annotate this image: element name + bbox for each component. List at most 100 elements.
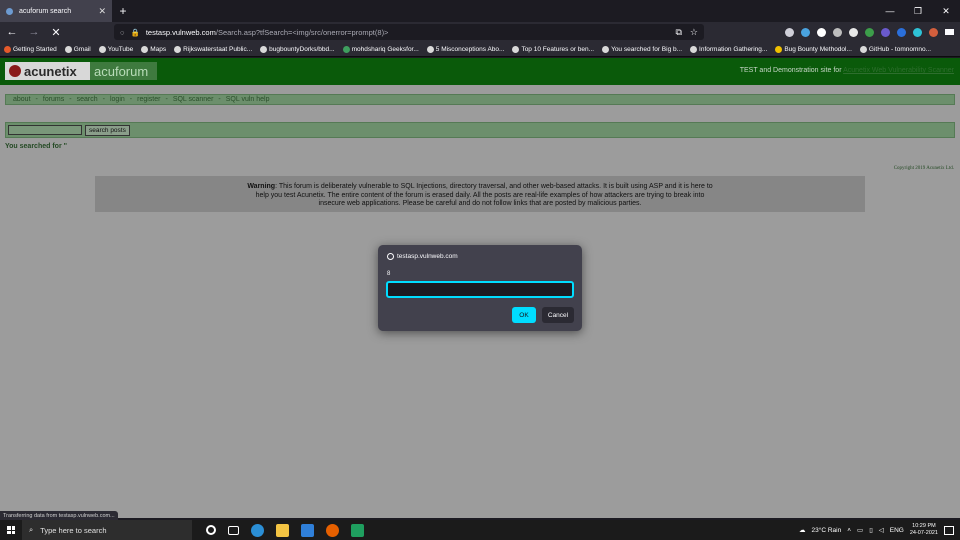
warning-label: Warning — [247, 183, 276, 190]
bookmark-item[interactable]: mohdshariq Geeksfor... — [342, 45, 419, 53]
scanner-link[interactable]: Acunetix Web Vulnerability Scanner — [843, 67, 954, 74]
warning-text: : This forum is deliberately vulnerable … — [255, 183, 713, 207]
lock-icon[interactable]: 🔒 — [130, 28, 139, 37]
search-posts-button[interactable]: search posts — [85, 124, 130, 136]
tab-favicon-icon — [6, 7, 13, 15]
navigation-bar: ← → ✕ ◌ 🔒 testasp.vulnweb.com/Search.asp… — [0, 22, 960, 42]
github-icon — [260, 45, 268, 53]
cortana-icon[interactable] — [206, 525, 216, 535]
tray-chevron-up-icon[interactable]: ˄ — [847, 527, 851, 534]
bookmark-item[interactable]: Getting Started — [4, 45, 57, 53]
cancel-button[interactable]: Cancel — [542, 307, 574, 323]
file-explorer-icon[interactable] — [276, 523, 289, 537]
bookmark-star-icon[interactable]: ☆ — [690, 27, 698, 38]
menu-hamburger-icon[interactable] — [945, 29, 954, 35]
settings-gear-icon[interactable] — [833, 27, 842, 37]
menu-sql-vuln-help[interactable]: SQL vuln help — [226, 96, 270, 103]
url-bar[interactable]: ◌ 🔒 testasp.vulnweb.com/Search.asp?tfSea… — [114, 24, 704, 40]
tab-close-icon[interactable]: ✕ — [98, 6, 106, 17]
tab-title: acuforum search — [19, 7, 72, 15]
stop-loading-icon[interactable]: ✕ — [48, 24, 64, 40]
cloud-icon[interactable] — [913, 27, 922, 37]
language-indicator[interactable]: ENG — [890, 527, 904, 534]
windows-taskbar: ⌕ Type here to search ☁ 23°C Rain ˄ ▭ ▯ … — [0, 520, 960, 540]
app-icon[interactable] — [351, 523, 364, 537]
menu-sql-scanner[interactable]: SQL scanner — [173, 96, 214, 103]
firefox-icon[interactable] — [326, 523, 339, 537]
bookmark-item[interactable]: You searched for Big b... — [602, 45, 682, 53]
ok-button[interactable]: OK — [512, 307, 536, 323]
clock[interactable]: 10:29 PM 24-07-2021 — [910, 523, 938, 537]
bookmark-item[interactable]: GitHub - tomnomno... — [859, 45, 931, 53]
task-view-icon[interactable] — [228, 525, 239, 535]
menu-about[interactable]: about — [13, 96, 31, 103]
reader-icon[interactable] — [849, 27, 858, 37]
windows-logo-icon — [7, 526, 15, 534]
new-tab-button[interactable]: + — [112, 0, 134, 22]
browser-tab[interactable]: acuforum search ✕ — [0, 0, 112, 22]
bookmark-icon — [4, 45, 11, 53]
ublock-shield-icon[interactable] — [865, 27, 874, 37]
dialog-message: 8 — [387, 271, 391, 277]
back-icon[interactable]: ← — [4, 24, 20, 40]
menu-forums[interactable]: forums — [43, 96, 64, 103]
bookmark-item[interactable]: Gmail — [64, 45, 91, 53]
profile-avatar-icon[interactable] — [929, 27, 938, 37]
pocket-icon[interactable] — [785, 27, 794, 37]
translate-icon[interactable]: ⧉ — [675, 27, 681, 38]
volume-icon[interactable]: ◁ — [879, 526, 884, 534]
bookmark-icon — [64, 45, 72, 53]
clock-date: 24-07-2021 — [909, 530, 938, 536]
window-controls: — ❐ ✕ — [876, 0, 960, 22]
bookmark-item[interactable]: Maps — [141, 45, 166, 53]
bookmark-icon — [98, 45, 106, 53]
network-icon[interactable]: ▭ — [857, 526, 863, 534]
url-host: testasp.vulnweb.com — [145, 27, 216, 37]
warning-box: Warning: This forum is deliberately vuln… — [95, 176, 865, 212]
extension-purple-icon[interactable] — [881, 27, 890, 37]
bookmark-icon — [690, 45, 698, 53]
menu-search[interactable]: search — [77, 96, 98, 103]
bookmark-item[interactable]: Rijkswaterstaat Public... — [174, 45, 252, 53]
bookmark-item[interactable]: bugbountyDorks/bbd... — [260, 45, 335, 53]
mail-icon[interactable] — [301, 523, 314, 537]
acunetix-logo-icon — [9, 65, 21, 77]
bookmark-item[interactable]: Top 10 Features or ben... — [512, 45, 594, 53]
weather-text[interactable]: 23°C Rain — [812, 527, 842, 534]
bookmarks-bar: Getting Started Gmail YouTube Maps Rijks… — [0, 42, 960, 57]
menu-register[interactable]: register — [137, 96, 160, 103]
url-path: /Search.asp?tfSearch=<img/src/onerror=pr… — [215, 27, 389, 37]
forward-icon[interactable]: → — [26, 24, 42, 40]
bookmark-item[interactable]: YouTube — [98, 45, 133, 53]
bookmark-item[interactable]: 5 Misconceptions Abo... — [426, 45, 504, 53]
taskbar-search[interactable]: ⌕ Type here to search — [22, 520, 192, 540]
bookmark-icon — [342, 45, 350, 53]
extension-white-icon[interactable] — [817, 27, 826, 37]
search-result-text: You searched for '' — [5, 143, 67, 150]
title-bar: acuforum search ✕ + — ❐ ✕ — [0, 0, 960, 22]
battery-icon[interactable]: ▯ — [869, 526, 873, 534]
bookmark-icon — [512, 45, 520, 53]
maximize-icon[interactable]: ❐ — [904, 0, 932, 22]
bookmark-item[interactable]: Bug Bounty Methodol... — [775, 45, 852, 53]
copyright-text: Copyright 2019 Acunetix Ltd. — [893, 166, 954, 171]
shield-icon[interactable]: ◌ — [120, 28, 124, 37]
taskbar-search-placeholder: Type here to search — [40, 525, 107, 535]
dialog-origin: testasp.vulnweb.com — [387, 253, 458, 260]
extension-blue-icon[interactable] — [801, 27, 810, 37]
site-logo[interactable]: acunetix acuforum — [5, 62, 157, 80]
site-tagline: TEST and Demonstration site for Acunetix… — [739, 67, 954, 74]
prompt-dialog: testasp.vulnweb.com 8 OK Cancel — [378, 245, 582, 331]
start-button[interactable] — [0, 520, 22, 540]
minimize-icon[interactable]: — — [876, 0, 904, 22]
extension-dark-blue-icon[interactable] — [897, 27, 906, 37]
close-window-icon[interactable]: ✕ — [932, 0, 960, 22]
edge-icon[interactable] — [251, 523, 264, 537]
logo-acunetix: acunetix — [24, 63, 77, 79]
menu-login[interactable]: login — [110, 96, 125, 103]
notification-icon[interactable] — [944, 525, 954, 535]
prompt-input[interactable] — [386, 281, 574, 298]
system-tray: ☁ 23°C Rain ˄ ▭ ▯ ◁ ENG 10:29 PM 24-07-2… — [799, 523, 960, 537]
bookmark-item[interactable]: Information Gathering... — [690, 45, 767, 53]
search-input[interactable] — [8, 125, 82, 135]
